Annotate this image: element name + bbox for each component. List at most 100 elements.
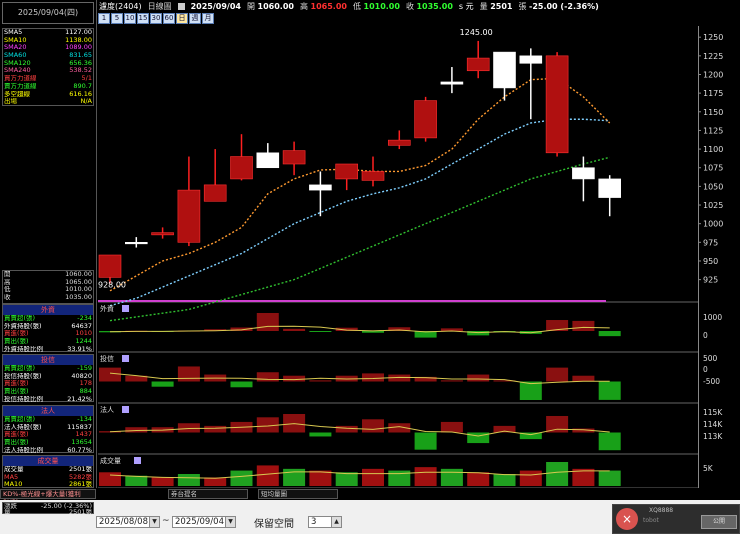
info-label: 買賣超(張) xyxy=(4,416,36,423)
from-date-field[interactable]: 2025/08/08 ▼ xyxy=(96,516,160,528)
ma-row: SMA5 1127.00 xyxy=(3,29,93,37)
sub-axis-label: -500 xyxy=(703,377,720,386)
sub-bar xyxy=(362,373,384,382)
ma-row: SMA20 1089.00 xyxy=(3,44,93,52)
period-tab[interactable]: 週 xyxy=(189,13,201,24)
ma-value: N/A xyxy=(80,98,93,106)
close-icon[interactable]: × xyxy=(616,508,638,530)
close-value: 1035.00 xyxy=(416,1,453,11)
ma-label: 多空趨線 xyxy=(4,90,30,98)
axis-tick-label: 1125 xyxy=(703,126,723,135)
sub-bar xyxy=(177,366,200,382)
to-date-value: 2025/09/04 xyxy=(175,517,224,527)
info-label: 賣出(張) xyxy=(4,388,29,396)
sub-axis-label: 114K xyxy=(703,420,723,429)
period-tab[interactable]: 15 xyxy=(137,13,149,24)
sub-bar xyxy=(572,375,595,382)
candle-body xyxy=(440,81,464,85)
main-chart[interactable]: 1245.00928.00外資投信法人成交量2025/08/0809 xyxy=(98,26,698,496)
ma-value: 538.52 xyxy=(69,67,92,75)
info-row: 外資持股(張) 64637 xyxy=(3,323,93,331)
volume-dropdown[interactable]: 短均量圖 xyxy=(258,489,338,499)
sub-axis-label: 113K xyxy=(703,432,723,441)
sub-panel-icon xyxy=(122,305,129,312)
sub-bar xyxy=(177,474,200,486)
ohlc-label: 低 xyxy=(4,286,11,294)
info-row: 法人持股比例 60.77% xyxy=(3,447,93,455)
sub-bar xyxy=(256,313,279,331)
institution-block: 法人 買賣超(張) -134 法人持股(張) 115837 買進(張) 1437 賣出(張) 1… xyxy=(2,405,94,453)
info-value: 21.42% xyxy=(67,395,92,403)
period-label: 日線圖 xyxy=(147,1,172,11)
sub-panel-title: 成交量 xyxy=(100,456,121,465)
calendar-dropdown-icon[interactable]: ▼ xyxy=(149,517,159,527)
stepper-arrows-icon[interactable]: ▲ xyxy=(331,517,341,527)
candle-body xyxy=(466,57,490,72)
info-label: 賣出(張) xyxy=(4,338,29,346)
period-tab[interactable]: 日 xyxy=(176,13,188,24)
period-tab[interactable]: 月 xyxy=(202,13,214,24)
axis-tick-label: 925 xyxy=(703,276,718,285)
sub-panel-title: 外資 xyxy=(100,304,114,313)
notify-title: XQ8888 xyxy=(649,507,674,514)
indicator-dropdown[interactable]: KD%-極光線+爆大量(獲利3UP) xyxy=(0,489,96,506)
block-title: 投信 xyxy=(3,355,93,365)
sub-bar xyxy=(204,425,227,433)
notification-popup[interactable]: × XQ8888 tobot 公開 xyxy=(612,504,740,534)
candle-body xyxy=(387,139,411,146)
info-row: 買進(張) 1437 xyxy=(3,431,93,439)
sub-bar xyxy=(125,427,148,433)
notify-button[interactable]: 公開 xyxy=(701,515,737,529)
info-value: 1010 xyxy=(75,330,92,338)
ma-value: 656.36 xyxy=(69,59,92,67)
quote-header: 濾度(2404) 日線圖 2025/09/04 開 1060.00 高 1065… xyxy=(97,0,740,12)
info-value: 1437 xyxy=(75,431,92,439)
ma-value: 1089.00 xyxy=(65,44,92,52)
trust-block: 投信 買賣超(張) -159 投信持股(張) 40820 買進(張) 178 賣出(張) 884… xyxy=(2,354,94,402)
info-panel: 2025/09/04(四) SMA5 1127.00 SMA10 1138.00 SMA… xyxy=(0,0,97,500)
overlay-dropdown[interactable]: 券台提名 xyxy=(168,489,248,499)
period-tab[interactable]: 60 xyxy=(163,13,175,24)
ma-row: SMA10 1138.00 xyxy=(3,37,93,45)
notify-sub: tobot xyxy=(643,517,659,524)
candle-body xyxy=(124,242,148,245)
candle-body xyxy=(545,55,569,154)
sub-bar xyxy=(256,465,279,486)
change-label: 張 xyxy=(518,1,527,11)
candle-body xyxy=(414,100,437,139)
ma-row: 賣方力道線 890.7 xyxy=(3,83,93,91)
period-tab[interactable]: 1 xyxy=(98,13,110,24)
sub-bar xyxy=(598,381,621,400)
info-row: 成交量 2501張 xyxy=(3,466,93,474)
period-tab[interactable]: 10 xyxy=(124,13,136,24)
axis-tick-label: 1000 xyxy=(703,220,723,229)
candle-body xyxy=(282,150,306,165)
calendar-dropdown-icon[interactable]: ▼ xyxy=(225,517,235,527)
vol-info-value: 2501張 xyxy=(68,509,92,515)
range-tilde: ~ xyxy=(162,516,170,526)
ma-label: 買方力道線 xyxy=(4,75,37,83)
sub-bar xyxy=(151,381,174,387)
candle-body xyxy=(572,167,595,180)
period-tab[interactable]: 30 xyxy=(150,13,162,24)
ma-label: 出場 xyxy=(4,98,17,106)
to-date-field[interactable]: 2025/09/04 ▼ xyxy=(172,516,236,528)
info-label: 外資持股(張) xyxy=(4,322,42,330)
axis-tick-label: 1250 xyxy=(703,33,723,42)
info-value: 13654 xyxy=(71,439,92,447)
sub-panel-title: 投信 xyxy=(100,354,114,363)
ohlc-label: 高 xyxy=(4,278,11,286)
close-label: 收 xyxy=(405,1,414,11)
candle-body xyxy=(230,156,253,180)
stock-name: 濾度(2404) xyxy=(99,1,142,11)
ma-value: 831.65 xyxy=(69,52,92,60)
info-label: 買賣超(張) xyxy=(4,365,36,372)
keep-space-stepper[interactable]: 3 ▲ xyxy=(308,516,342,528)
info-value: 33.91% xyxy=(67,345,92,353)
ma-label: SMA10 xyxy=(4,36,27,44)
info-label: MA5 xyxy=(4,473,19,481)
period-tab[interactable]: 5 xyxy=(111,13,123,24)
change-value: -25.00 (-2.36%) xyxy=(529,1,599,11)
info-value: 2501張 xyxy=(68,466,92,473)
sub-bar xyxy=(335,472,358,486)
